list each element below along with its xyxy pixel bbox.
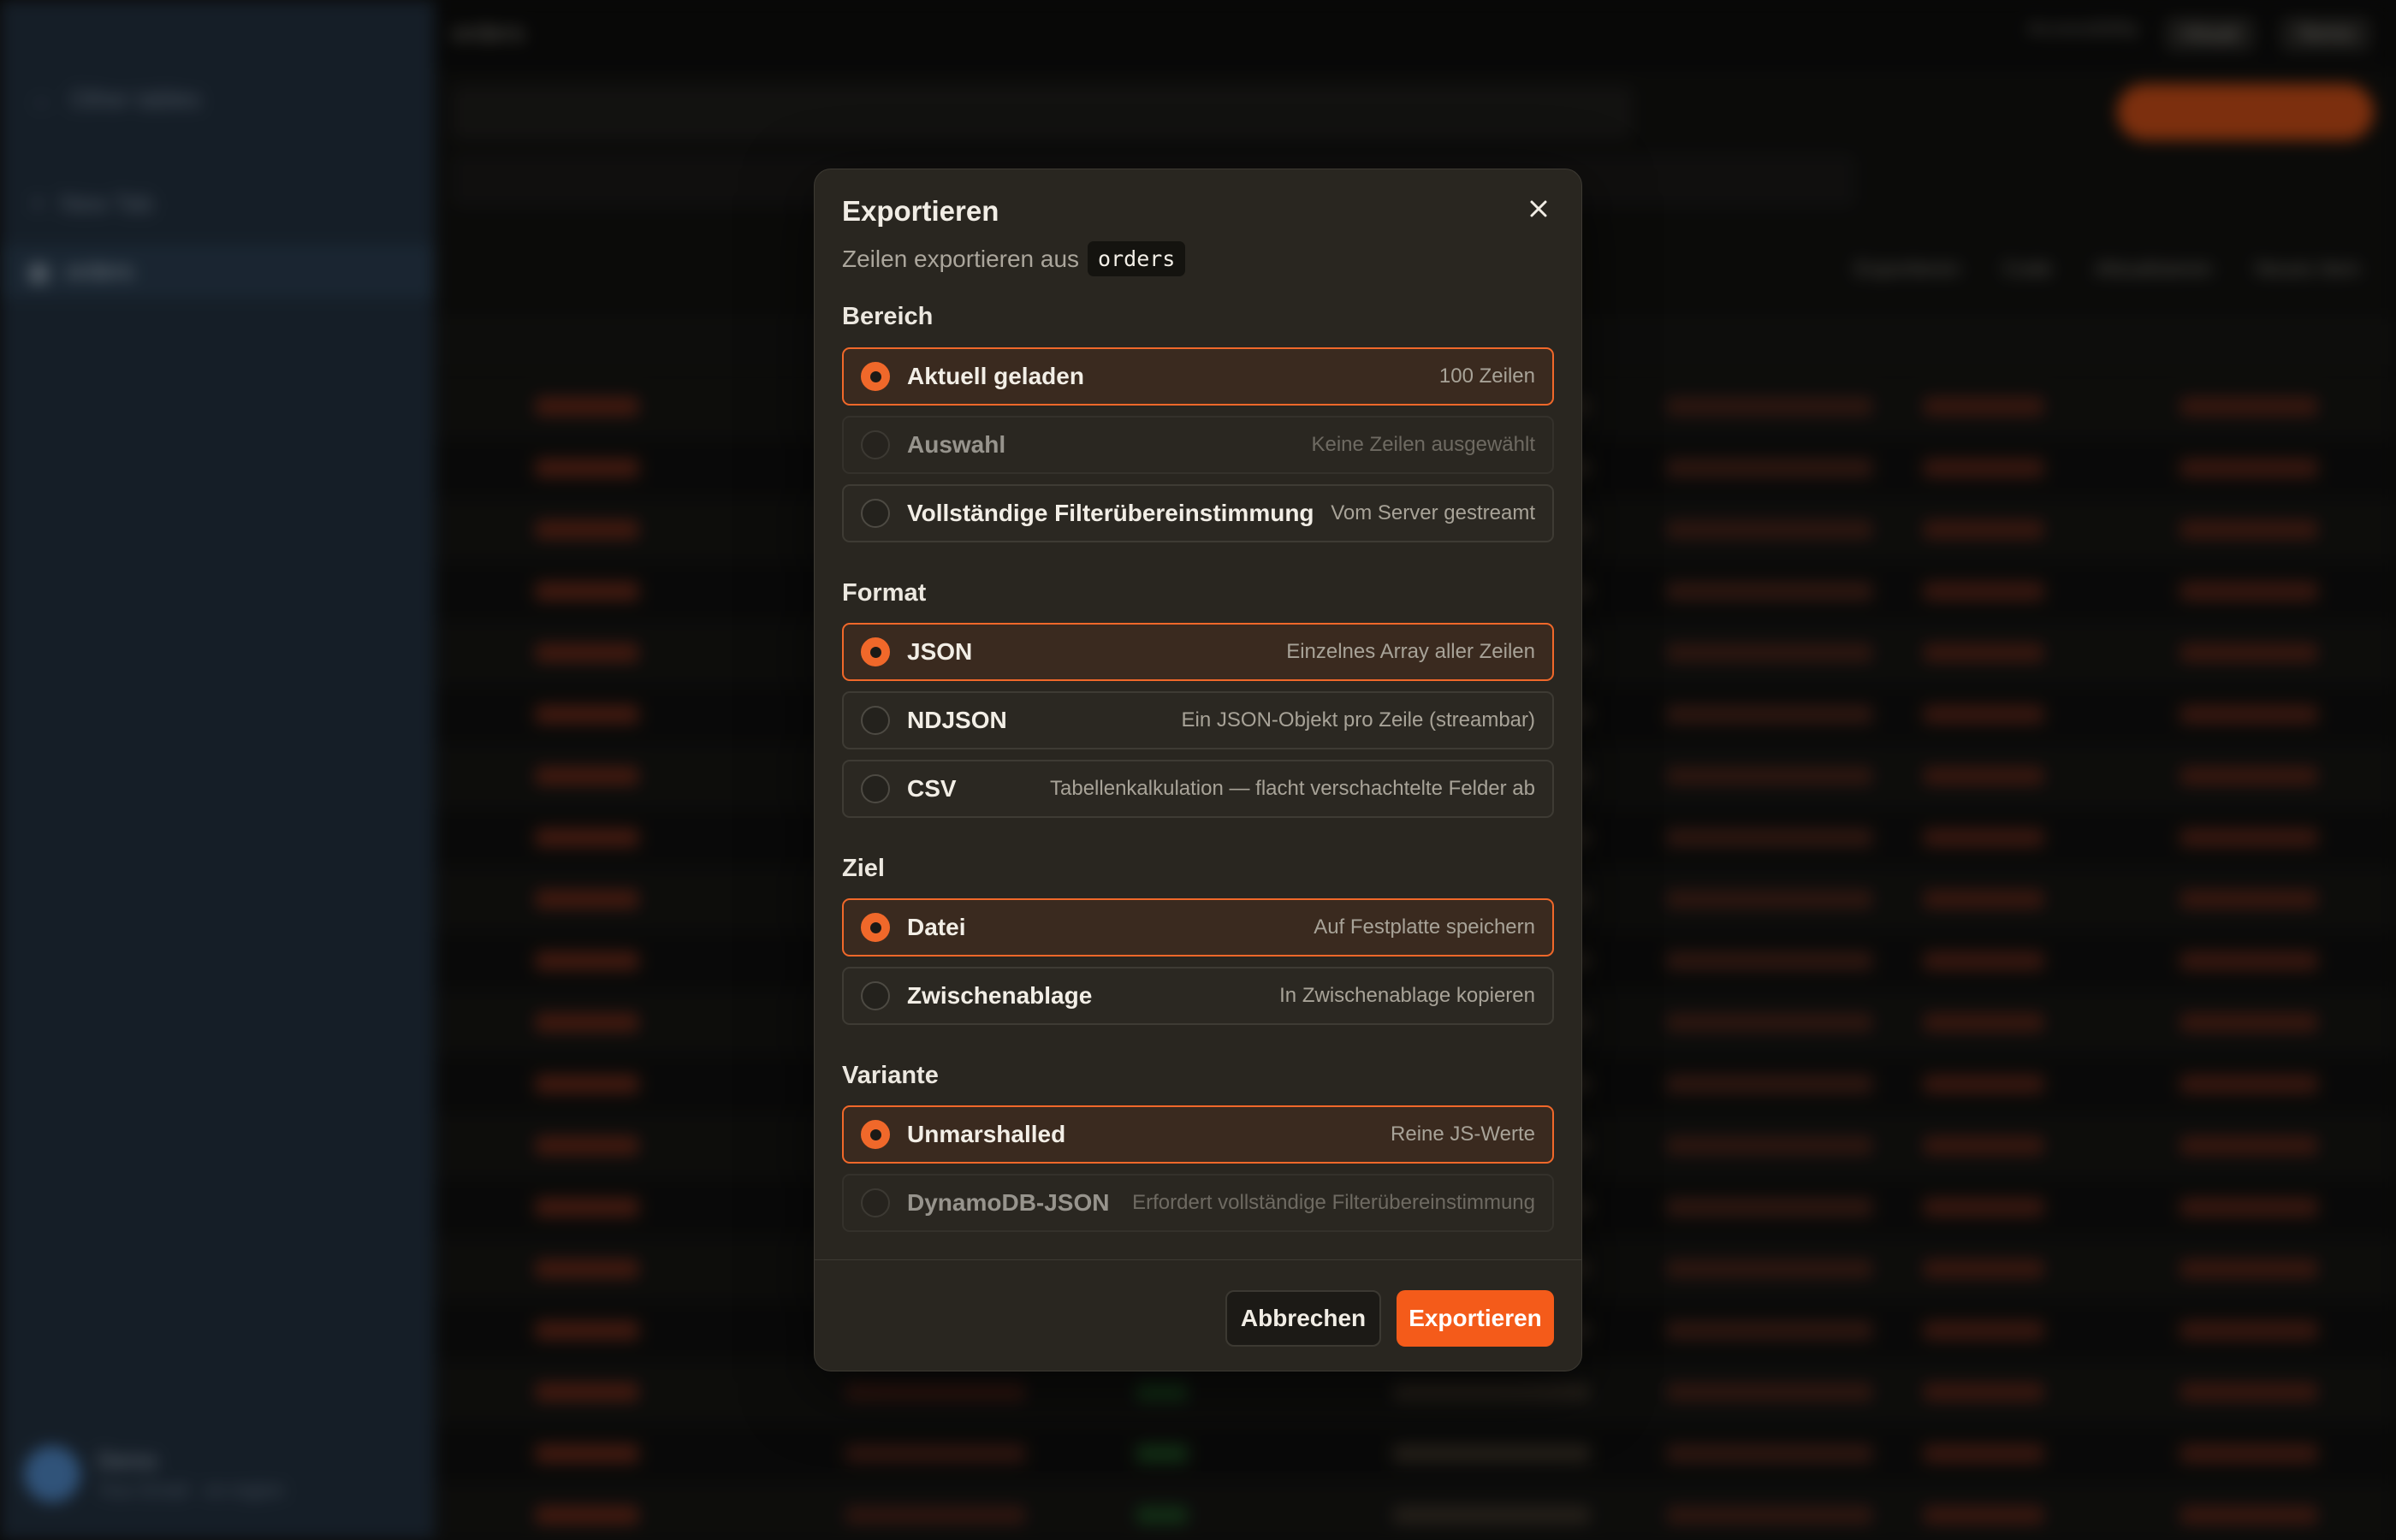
radio-indicator [861, 362, 890, 391]
radio-indicator [861, 774, 890, 803]
dialog-subtitle-text: Zeilen exportieren aus [842, 245, 1080, 272]
option-variant-unmarshalled[interactable]: Unmarshalled Reine JS-Werte [842, 1105, 1554, 1164]
section-label-target: Ziel [842, 855, 885, 882]
option-range-loaded[interactable]: Aktuell geladen 100 Zeilen [842, 347, 1554, 406]
option-description: 100 Zeilen [1438, 364, 1535, 388]
option-range-full-match[interactable]: Vollständige Filterübereinstimmung Vom S… [842, 484, 1554, 542]
option-label: Datei [907, 914, 966, 940]
option-description: Auf Festplatte speichern [1314, 915, 1535, 939]
option-description: Tabellenkalkulation — flacht verschachte… [1050, 777, 1535, 800]
section-label-variant: Variante [842, 1062, 939, 1089]
radio-indicator [861, 1120, 890, 1149]
table-name-code: orders [1088, 241, 1186, 276]
option-label: NDJSON [907, 707, 1007, 733]
option-label: Zwischenablage [907, 982, 1093, 1009]
option-description: Reine JS-Werte [1391, 1122, 1535, 1146]
export-button[interactable]: Exportieren [1397, 1290, 1554, 1347]
option-format-csv[interactable]: CSV Tabellenkalkulation — flacht verscha… [842, 760, 1554, 818]
option-format-ndjson[interactable]: NDJSON Ein JSON-Objekt pro Zeile (stream… [842, 691, 1554, 749]
option-target-file[interactable]: Datei Auf Festplatte speichern [842, 898, 1554, 957]
radio-indicator [861, 430, 890, 459]
option-description: Vom Server gestreamt [1331, 501, 1535, 524]
option-variant-dynamodb-json: DynamoDB-JSON Erfordert vollständige Fil… [842, 1174, 1554, 1232]
option-range-selection: Auswahl Keine Zeilen ausgewählt [842, 416, 1554, 474]
option-label: Unmarshalled [907, 1121, 1066, 1147]
option-description: Einzelnes Array aller Zeilen [1286, 640, 1535, 663]
option-target-clipboard[interactable]: Zwischenablage In Zwischenablage kopiere… [842, 967, 1554, 1025]
section-label-range: Bereich [842, 303, 934, 330]
option-label: CSV [907, 775, 957, 802]
option-label: Auswahl [907, 431, 1006, 458]
radio-indicator [861, 1188, 890, 1217]
option-label: Vollständige Filterübereinstimmung [907, 500, 1314, 526]
option-label: DynamoDB-JSON [907, 1189, 1110, 1216]
radio-indicator [861, 913, 890, 942]
option-description: Erfordert vollständige Filterübereinstim… [1132, 1191, 1535, 1214]
radio-indicator [861, 981, 890, 1010]
option-format-json[interactable]: JSON Einzelnes Array aller Zeilen [842, 623, 1554, 681]
export-dialog: Exportieren Zeilen exportieren aus order… [814, 169, 1582, 1371]
close-button[interactable] [1521, 192, 1556, 226]
dialog-subtitle: Zeilen exportieren aus orders [842, 241, 1186, 276]
option-description: Ein JSON-Objekt pro Zeile (streambar) [1181, 708, 1535, 732]
cancel-button[interactable]: Abbrechen [1225, 1290, 1381, 1347]
option-description: In Zwischenablage kopieren [1279, 984, 1535, 1007]
radio-indicator [861, 499, 890, 528]
radio-indicator [861, 637, 890, 666]
section-label-format: Format [842, 579, 927, 607]
close-icon [1530, 200, 1547, 217]
radio-indicator [861, 706, 890, 735]
dialog-title: Exportieren [842, 195, 999, 227]
option-description: Keine Zeilen ausgewählt [1311, 433, 1535, 456]
dialog-footer-divider [815, 1259, 1581, 1260]
option-label: JSON [907, 638, 973, 665]
option-label: Aktuell geladen [907, 363, 1084, 389]
